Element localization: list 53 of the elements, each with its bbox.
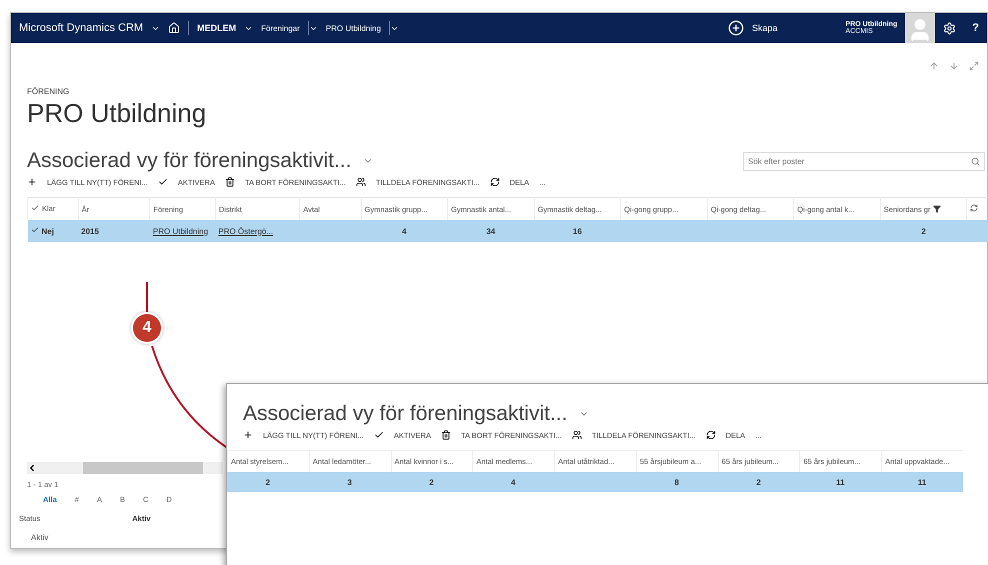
table-cell-text: 11: [835, 478, 846, 486]
check-icon: [30, 226, 38, 234]
record-link[interactable]: PRO Östergö...: [218, 226, 274, 236]
table-cell: Nej: [42, 227, 54, 236]
record-title: PRO Utbildning: [27, 98, 208, 129]
home-icon[interactable]: [168, 22, 180, 34]
status-filter[interactable]: Aktiv: [31, 533, 48, 542]
view-title: Associerad vy för föreningsaktivit...: [243, 402, 568, 426]
refresh-icon[interactable]: [970, 204, 978, 212]
up-arrow-icon[interactable]: [929, 61, 939, 71]
table-cell: 4: [402, 226, 406, 236]
table-cell: 2015: [81, 226, 99, 236]
plus-circle-icon: [728, 20, 744, 36]
table-cell: 16: [572, 226, 582, 236]
people-icon: [356, 177, 366, 187]
table-cell-text: 2: [264, 478, 272, 486]
callout-number: 4: [133, 314, 161, 342]
expand-icon[interactable]: [969, 61, 979, 71]
settings-icon[interactable]: [943, 22, 956, 34]
table-cell-text: 4: [510, 478, 516, 486]
table-cell-text: 3: [346, 478, 353, 486]
record-link[interactable]: PRO Utbildning: [152, 226, 208, 236]
horizontal-scrollbar[interactable]: [27, 462, 223, 474]
nav-menu[interactable]: PRO Utbildning: [318, 24, 389, 32]
plus-icon: [27, 177, 37, 187]
down-arrow-icon[interactable]: [949, 61, 959, 71]
table-cell-text: 2: [755, 478, 762, 486]
view-title: Associerad vy för föreningsaktivit...: [27, 149, 352, 173]
record-type: FÖRENING: [27, 87, 70, 96]
trash-icon: [224, 177, 235, 187]
check-icon: [31, 204, 39, 212]
table-cell-text: 8: [674, 478, 680, 486]
share-icon: [706, 430, 716, 440]
leader-line: [146, 282, 148, 314]
nav-menu[interactable]: Föreningar: [253, 24, 308, 32]
plus-icon: [243, 430, 253, 440]
share-icon: [490, 177, 500, 187]
app-brand[interactable]: Microsoft Dynamics CRM: [11, 22, 152, 34]
trash-icon: [440, 430, 451, 440]
search-field[interactable]: Sök efter poster: [743, 152, 985, 170]
table-cell: 2: [921, 226, 926, 236]
nav-menu[interactable]: MEDLEM: [189, 23, 244, 33]
check-icon: [158, 177, 168, 187]
check-icon: [374, 430, 384, 440]
table-cell: 34: [486, 226, 496, 236]
help-button[interactable]: ?: [964, 22, 987, 34]
search-icon[interactable]: [971, 156, 980, 166]
people-icon: [572, 430, 582, 440]
table-cell-text: 2: [428, 478, 435, 486]
table-cell-text: 11: [916, 478, 928, 486]
table-row[interactable]: 2 3 2 4 8 2 11 11: [227, 472, 963, 492]
create-button[interactable]: Skapa: [744, 23, 786, 33]
filter-icon[interactable]: [933, 205, 942, 213]
